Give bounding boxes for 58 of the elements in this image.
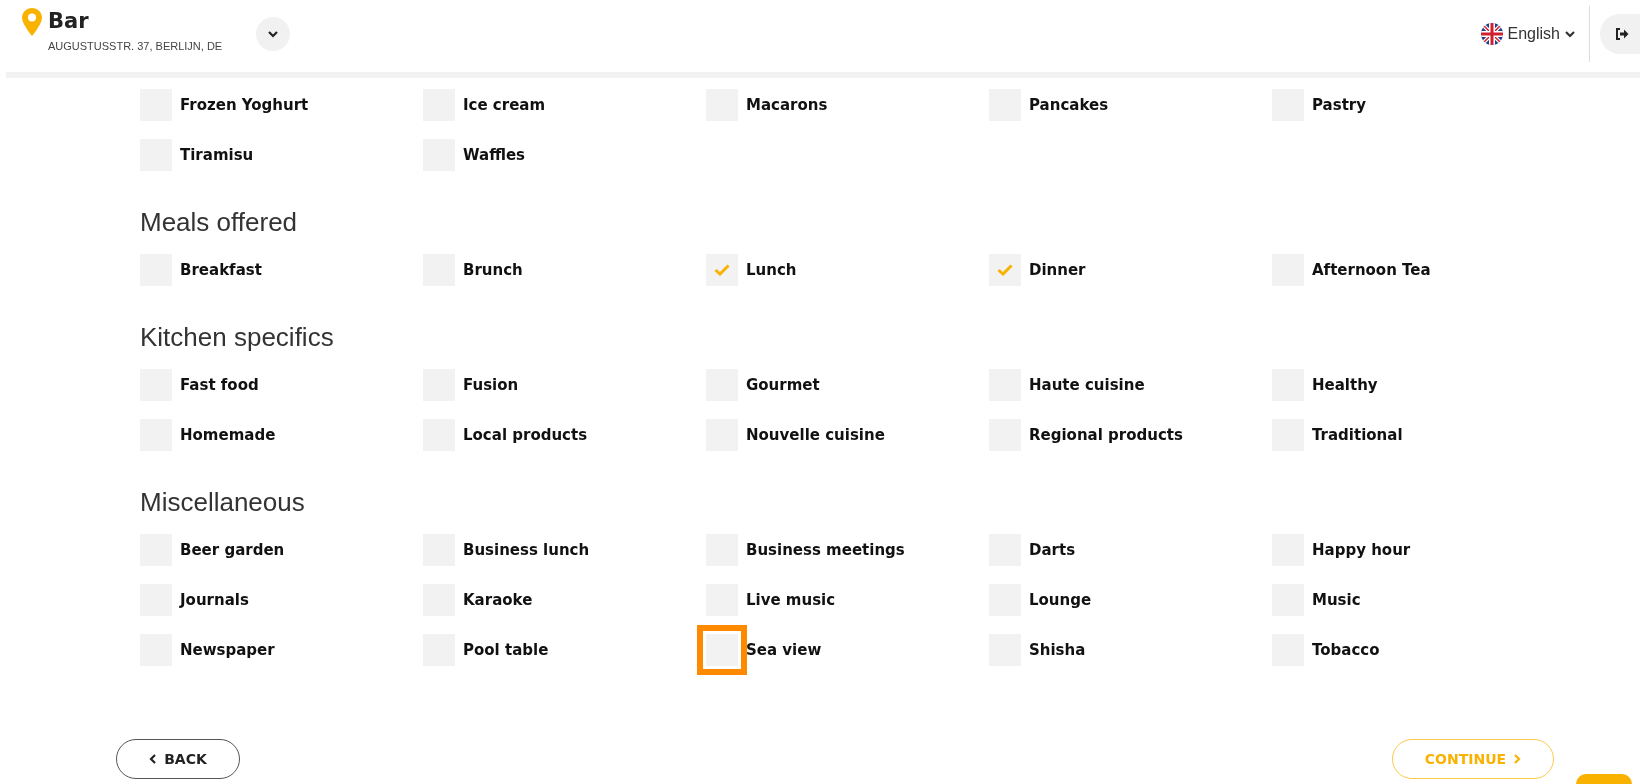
venue-name: Bar [48, 9, 89, 33]
option-label[interactable]: Afternoon Tea [1312, 261, 1431, 279]
chevron-right-icon [1514, 754, 1522, 764]
option-label[interactable]: Regional products [1029, 426, 1183, 444]
option-label[interactable]: Waffles [463, 146, 525, 164]
checkbox[interactable] [989, 254, 1021, 286]
option-label[interactable]: Beer garden [180, 541, 285, 559]
chevron-down-icon [268, 30, 278, 38]
option-label[interactable]: Karaoke [463, 591, 533, 609]
option-label[interactable]: Pool table [463, 641, 549, 659]
logout-icon [1615, 28, 1629, 40]
option-label[interactable]: Haute cuisine [1029, 376, 1145, 394]
option-label[interactable]: Tiramisu [180, 146, 254, 164]
option-label[interactable]: Brunch [463, 261, 523, 279]
option-label[interactable]: Macarons [746, 96, 828, 114]
option-label[interactable]: Shisha [1029, 641, 1086, 659]
option-label[interactable]: Darts [1029, 541, 1076, 559]
venue-dropdown-button[interactable] [256, 17, 290, 51]
option-label[interactable]: Fast food [180, 376, 259, 394]
chevron-left-icon [149, 754, 157, 764]
option-label[interactable]: Tobacco [1312, 641, 1380, 659]
option-label[interactable]: Lunch [746, 261, 797, 279]
option-label[interactable]: Local products [463, 426, 588, 444]
option-label[interactable]: Frozen Yoghurt [180, 96, 309, 114]
option-label[interactable]: Traditional [1312, 426, 1403, 444]
option-label[interactable]: Homemade [180, 426, 276, 444]
option-label[interactable]: Lounge [1029, 591, 1092, 609]
logout-button[interactable] [1600, 14, 1640, 54]
option-label[interactable]: Live music [746, 591, 836, 609]
option-label[interactable]: Pastry [1312, 96, 1366, 114]
section-heading: Kitchen specifics [140, 321, 335, 354]
option-label[interactable]: Dinner [1029, 261, 1086, 279]
back-button[interactable]: BACK [116, 739, 240, 779]
chevron-down-icon [1565, 30, 1575, 38]
option-label[interactable]: Nouvelle cuisine [746, 426, 885, 444]
option-label[interactable]: Pancakes [1029, 96, 1109, 114]
option-label[interactable]: Happy hour [1312, 541, 1411, 559]
option-label[interactable]: Gourmet [746, 376, 820, 394]
option-label[interactable]: Fusion [463, 376, 519, 394]
option-label[interactable]: Business meetings [746, 541, 905, 559]
option-label[interactable]: Breakfast [180, 261, 262, 279]
section-heading: Miscellaneous [140, 486, 306, 519]
checkmark-icon [997, 264, 1013, 276]
checkbox[interactable] [706, 254, 738, 286]
option-label[interactable]: Journals [180, 591, 249, 609]
language-selector[interactable]: English [1480, 14, 1589, 54]
option-label[interactable]: Healthy [1312, 376, 1378, 394]
location-pin-icon [22, 8, 42, 36]
option-label[interactable]: Sea view [746, 641, 822, 659]
option-label[interactable]: Music [1312, 591, 1361, 609]
option-label[interactable]: Business lunch [463, 541, 590, 559]
chat-button[interactable] [1576, 774, 1632, 784]
option-label[interactable]: Ice cream [463, 96, 546, 114]
venue-address: AUGUSTUSSTR. 37, BERLIJN, DE [48, 40, 223, 52]
option-label[interactable]: Newspaper [180, 641, 275, 659]
uk-flag-icon [1480, 23, 1503, 45]
section-heading: Meals offered [140, 206, 299, 239]
checkmark-icon [714, 264, 730, 276]
